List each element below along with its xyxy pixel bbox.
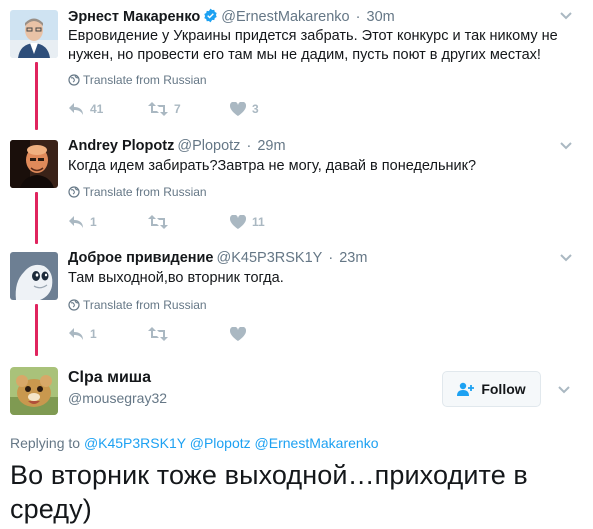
chevron-down-icon[interactable]: [559, 8, 573, 22]
tweet-text: Когда идем забирать?Завтра не могу, дава…: [68, 158, 477, 174]
author-handle[interactable]: @Plopotz: [177, 138, 240, 154]
heart-icon: [229, 214, 247, 229]
tweet-header: Andrey Plopotz @Plopotz · 29m: [68, 138, 286, 154]
thread-tweet[interactable]: Эрнест Макаренко @ErnestMakarenko · 30m Е…: [0, 0, 593, 125]
thread-tweet[interactable]: Andrey Plopotz @Plopotz · 29m Когда идем …: [0, 130, 593, 240]
main-tweet-text: Во вторник тоже выходной…приходите в сре…: [10, 460, 528, 524]
author-name[interactable]: Доброе привидение: [68, 250, 214, 266]
like-button[interactable]: 11: [229, 214, 265, 229]
chevron-down-icon[interactable]: [559, 250, 573, 264]
like-count: 11: [252, 215, 265, 229]
author-handle[interactable]: @mousegray32: [68, 390, 167, 406]
retweet-icon: [148, 327, 168, 341]
verified-badge-icon: [203, 8, 218, 27]
tweet-text: Евровидение у Украины придется забрать. …: [68, 28, 558, 63]
replying-prefix: Replying to: [10, 435, 81, 451]
mention-link[interactable]: @ErnestMakarenko: [255, 435, 379, 451]
translate-label: Translate from Russian: [83, 73, 207, 87]
chevron-down-icon[interactable]: [559, 138, 573, 152]
author-name[interactable]: Эрнест Макаренко: [68, 9, 200, 25]
mention-link[interactable]: @Plopotz: [190, 435, 251, 451]
tweet-time[interactable]: 30m: [367, 9, 395, 25]
author-name[interactable]: Andrey Plopotz: [68, 138, 174, 154]
translate-link[interactable]: Translate from Russian: [68, 185, 207, 201]
retweet-count: 7: [174, 102, 181, 116]
replying-to: Replying to @K45P3RSK1Y @Plopotz @Ernest…: [10, 435, 378, 451]
like-button[interactable]: 3: [229, 101, 259, 116]
avatar[interactable]: [10, 367, 58, 415]
thread-tweet[interactable]: Доброе привидение @K45P3RSK1Y · 23m Там в…: [0, 242, 593, 352]
reply-count: 41: [90, 102, 104, 116]
mention-link[interactable]: @K45P3RSK1Y: [84, 435, 186, 451]
reply-icon: [69, 216, 83, 228]
tweet-time[interactable]: 29m: [257, 138, 285, 154]
retweet-button[interactable]: 7: [148, 102, 181, 116]
avatar[interactable]: [10, 140, 58, 188]
tweet-text: Там выходной,во вторник тогда.: [68, 270, 284, 286]
globe-icon: [68, 186, 80, 201]
tweet-header: Доброе привидение @K45P3RSK1Y · 23m: [68, 250, 368, 266]
author-handle[interactable]: @K45P3RSK1Y: [217, 250, 323, 266]
retweet-button[interactable]: [148, 215, 174, 229]
avatar[interactable]: [10, 10, 58, 58]
globe-icon: [68, 74, 80, 89]
tweet-time[interactable]: 23m: [339, 250, 367, 266]
reply-button[interactable]: 41: [68, 102, 103, 116]
tweet-header: Эрнест Макаренко @ErnestMakarenko · 30m: [68, 8, 395, 27]
reply-icon: [69, 328, 83, 340]
reply-count: 1: [90, 215, 97, 229]
like-button[interactable]: [229, 326, 252, 341]
chevron-down-icon[interactable]: [557, 382, 571, 401]
author-handle[interactable]: @ErnestMakarenko: [221, 9, 349, 25]
heart-icon: [229, 326, 247, 341]
retweet-icon: [148, 102, 168, 116]
translate-label: Translate from Russian: [83, 185, 207, 199]
globe-icon: [68, 299, 80, 314]
heart-icon: [229, 101, 247, 116]
translate-label: Translate from Russian: [83, 298, 207, 312]
author-name[interactable]: Clpa миша: [68, 369, 151, 387]
reply-icon: [69, 103, 83, 115]
like-count: 3: [252, 102, 259, 116]
reply-button[interactable]: 1: [68, 327, 97, 341]
retweet-button[interactable]: [148, 327, 174, 341]
follow-person-icon: [457, 382, 475, 396]
avatar[interactable]: [10, 252, 58, 300]
follow-button[interactable]: Follow: [442, 371, 541, 407]
retweet-icon: [148, 215, 168, 229]
follow-label: Follow: [481, 381, 526, 397]
translate-link[interactable]: Translate from Russian: [68, 298, 207, 314]
reply-count: 1: [90, 327, 97, 341]
reply-button[interactable]: 1: [68, 215, 97, 229]
translate-link[interactable]: Translate from Russian: [68, 73, 207, 89]
